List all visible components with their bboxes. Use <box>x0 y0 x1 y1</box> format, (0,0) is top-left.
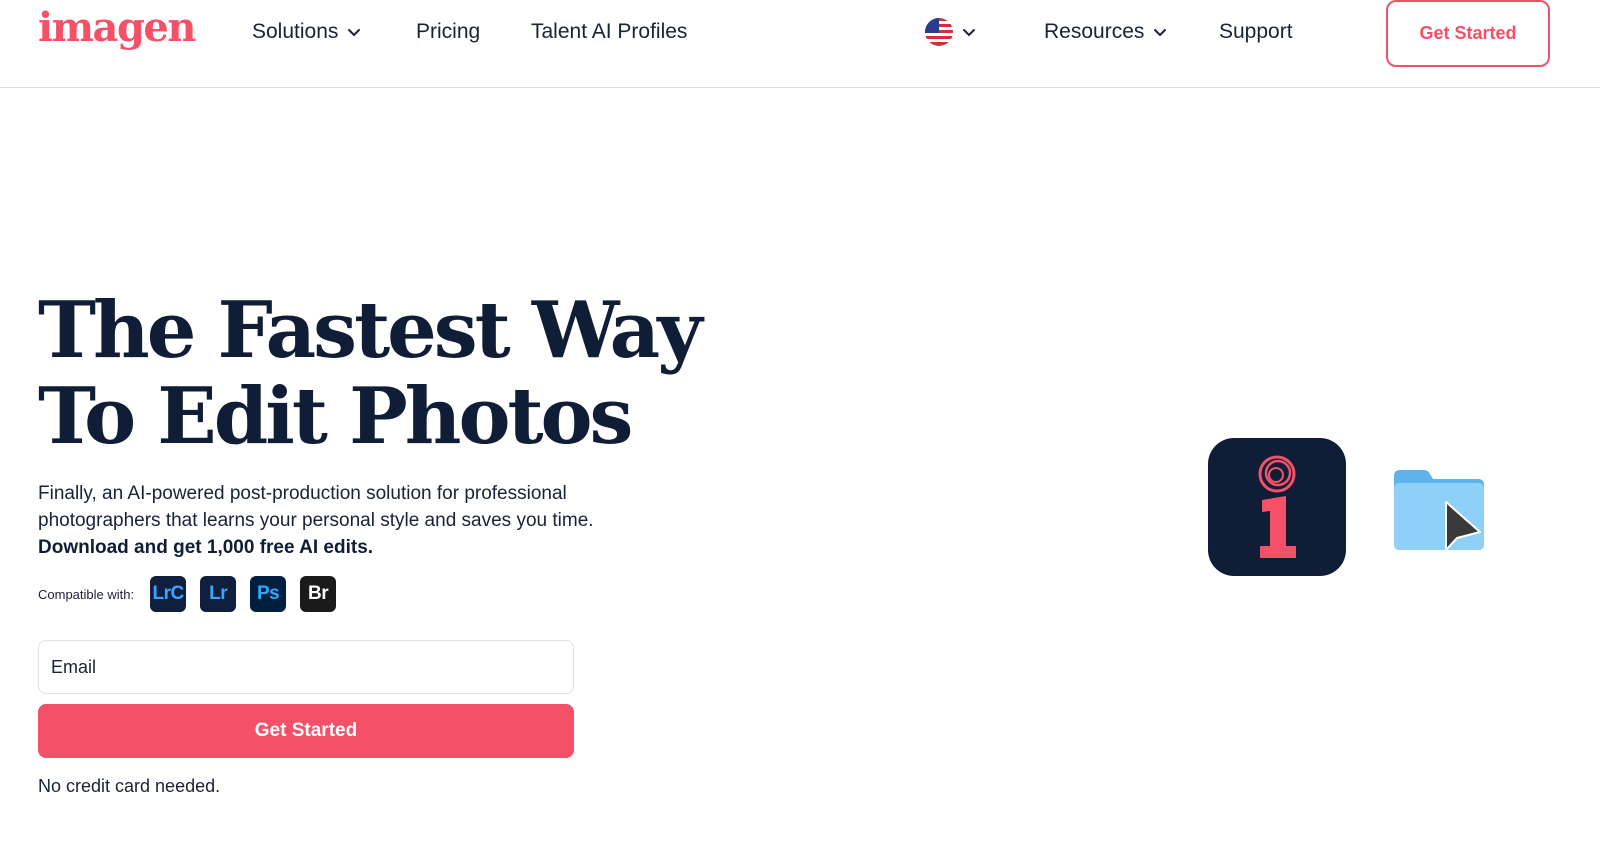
chevron-down-icon <box>346 24 362 40</box>
language-selector[interactable] <box>925 17 977 47</box>
nav-solutions-label: Solutions <box>252 20 339 43</box>
bridge-icon: Br <box>300 576 337 612</box>
nav-support-label: Support <box>1219 20 1293 43</box>
nav-pricing[interactable]: Pricing <box>416 17 480 47</box>
header-get-started-button[interactable]: Get Started <box>1386 0 1550 67</box>
hero-subtitle: Finally, an AI-powered post-production s… <box>38 480 618 561</box>
site-header: imagen Solutions Pricing Talent AI Profi… <box>0 0 1600 88</box>
imagen-logo[interactable]: imagen <box>38 2 196 54</box>
nav-resources-label: Resources <box>1044 20 1145 43</box>
lightroom-classic-icon: LrC <box>150 576 187 612</box>
hero-subtitle-text: Finally, an AI-powered post-production s… <box>38 483 594 531</box>
lightroom-icon: Lr <box>200 576 237 612</box>
nav-solutions[interactable]: Solutions <box>252 17 362 47</box>
compatibility-row: Compatible with: LrC Lr Ps Br <box>38 576 350 612</box>
chevron-down-icon <box>1152 24 1168 40</box>
compatible-label: Compatible with: <box>38 586 135 602</box>
nav-talent-label: Talent AI Profiles <box>531 20 688 43</box>
hero-title: The Fastest Way To Edit Photos <box>38 285 703 462</box>
photoshop-icon: Ps <box>250 576 287 612</box>
hero-title-line-2: To Edit Photos <box>38 371 633 462</box>
chevron-down-icon <box>961 24 977 40</box>
hero-title-line-1: The Fastest Way <box>38 285 703 376</box>
us-flag-icon <box>925 18 953 46</box>
nav-support[interactable]: Support <box>1219 17 1293 47</box>
folder-icon <box>1392 466 1486 552</box>
imagen-app-icon <box>1208 438 1346 576</box>
nav-talent-ai-profiles[interactable]: Talent AI Profiles <box>531 17 687 47</box>
email-field[interactable] <box>38 640 574 694</box>
hero-get-started-button[interactable]: Get Started <box>38 704 574 758</box>
hero-subtitle-bold: Download and get 1,000 free AI edits. <box>38 537 374 558</box>
nav-resources[interactable]: Resources <box>1044 17 1168 47</box>
no-credit-card-note: No credit card needed. <box>38 776 221 796</box>
nav-pricing-label: Pricing <box>416 20 481 43</box>
